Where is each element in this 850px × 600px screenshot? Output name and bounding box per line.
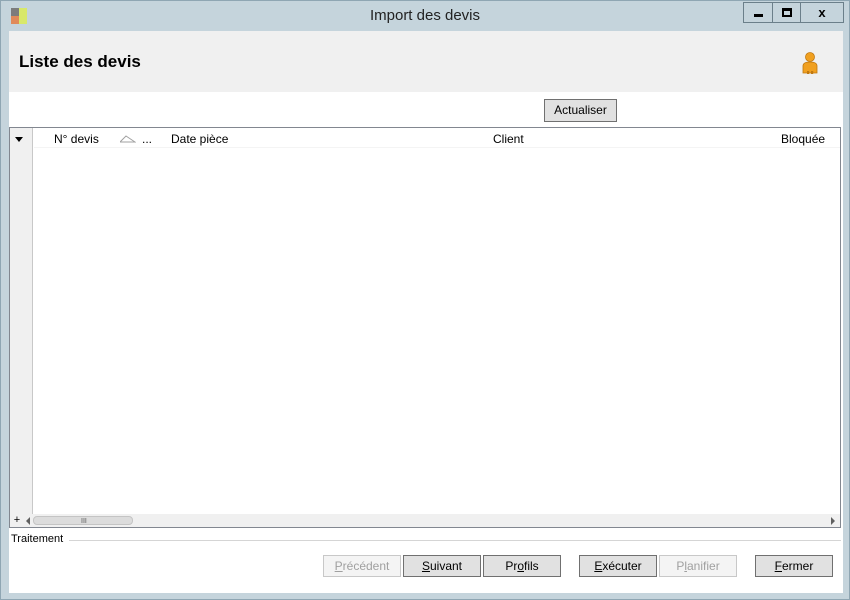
close-accelerator: F <box>774 559 782 573</box>
maximize-button[interactable] <box>772 2 800 23</box>
grid-header: N° devis ... Date pièce Client Bloquée <box>34 128 840 148</box>
scroll-right-icon[interactable] <box>831 517 835 525</box>
previous-button[interactable]: Précédent <box>323 555 401 577</box>
scroll-thumb[interactable]: III <box>33 516 133 525</box>
maximize-icon <box>781 8 792 17</box>
next-label: uivant <box>429 559 463 573</box>
previous-label: récédent <box>342 559 390 573</box>
profiles-accelerator: o <box>517 559 524 573</box>
column-header-numero-devis[interactable]: N° devis <box>54 132 99 146</box>
schedule-label-end: anifier <box>687 559 720 573</box>
title-bar[interactable]: Import des devis x <box>1 1 849 31</box>
section-divider <box>69 540 841 541</box>
application-window: Import des devis x Liste des devis Actua… <box>0 0 850 600</box>
close-button[interactable]: Fermer <box>755 555 833 577</box>
scroll-left-icon[interactable] <box>26 517 30 525</box>
horizontal-scrollbar[interactable]: III <box>24 514 840 527</box>
next-accelerator: S <box>421 559 430 573</box>
execute-button[interactable]: Exécuter <box>579 555 657 577</box>
refresh-button[interactable]: Actualiser <box>544 99 617 122</box>
column-header-date-piece[interactable]: Date pièce <box>171 132 228 146</box>
section-label-traitement: Traitement <box>11 533 66 545</box>
column-header-more[interactable]: ... <box>142 132 152 146</box>
quotes-grid: N° devis ... Date pièce Client Bloquée +… <box>9 127 841 528</box>
sort-ascending-icon <box>120 135 136 143</box>
profiles-label-start: Pr <box>505 559 518 573</box>
client-area: Liste des devis Actualiser N° devis ... … <box>9 31 843 593</box>
window-title: Import des devis <box>369 7 481 24</box>
profiles-label-end: fils <box>524 559 539 573</box>
profiles-button[interactable]: Profils <box>483 555 561 577</box>
page-title: Liste des devis <box>19 52 141 71</box>
user-icon[interactable] <box>801 52 819 74</box>
grid-row-header <box>10 128 33 527</box>
previous-accelerator: P <box>334 559 343 573</box>
close-window-button[interactable]: x <box>800 2 844 23</box>
header-band: Liste des devis <box>9 31 843 92</box>
schedule-button[interactable]: Planifier <box>659 555 737 577</box>
minimize-button[interactable] <box>743 2 772 23</box>
column-header-client[interactable]: Client <box>493 132 524 146</box>
add-row-button[interactable]: + <box>10 514 24 526</box>
scroll-grip: III <box>81 518 87 525</box>
close-icon: x <box>818 5 826 20</box>
close-label: ermer <box>782 559 814 573</box>
execute-label: xécuter <box>602 559 642 573</box>
next-button[interactable]: Suivant <box>403 555 481 577</box>
column-chooser-icon[interactable] <box>15 137 23 142</box>
minimize-icon <box>753 14 763 17</box>
grid-body[interactable] <box>34 148 840 514</box>
column-header-bloquee[interactable]: Bloquée <box>781 132 825 146</box>
